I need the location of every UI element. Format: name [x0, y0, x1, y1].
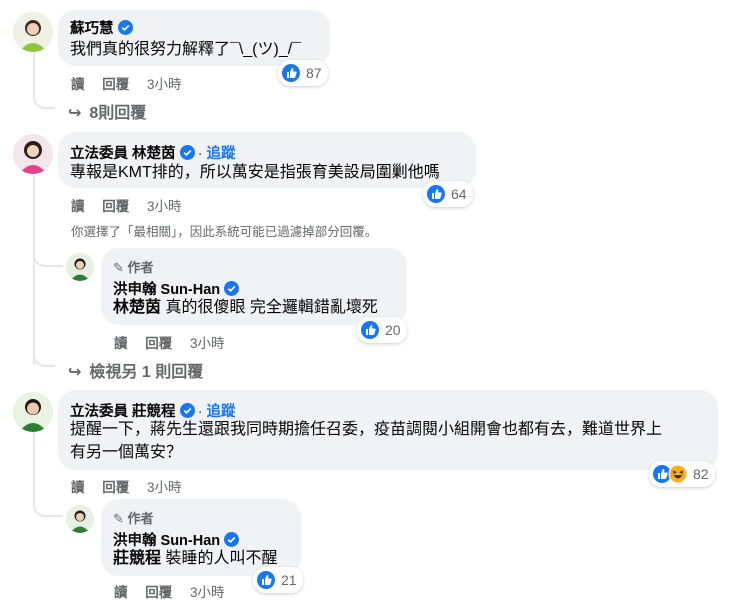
reaction-count[interactable]: 20: [357, 317, 407, 343]
comment-text: 專報是KMT排的，所以萬安是指張育美設局圍剿他嗎: [70, 164, 440, 181]
haha-icon: [668, 464, 688, 484]
avatar[interactable]: [13, 12, 53, 52]
read-button[interactable]: 讀: [71, 199, 85, 214]
author-tag: ✎ 作者: [113, 511, 154, 526]
verified-badge-icon: [224, 281, 240, 296]
reaction-count[interactable]: 87: [278, 60, 328, 86]
thread-line: [33, 175, 35, 365]
verified-badge-icon: [179, 145, 195, 160]
read-button[interactable]: 讀: [71, 77, 85, 92]
mention-link[interactable]: 莊競程: [113, 550, 161, 567]
comment-bubble: 蘇巧慧 我們真的很努力解釋了¯\_(ツ)_/¯: [58, 10, 330, 66]
avatar[interactable]: [66, 505, 94, 533]
follow-button[interactable]: 追蹤: [207, 146, 236, 162]
read-button[interactable]: 讀: [114, 585, 128, 600]
reply-button[interactable]: 回覆: [102, 199, 129, 214]
thread-curve: [33, 350, 55, 367]
comment-actions: 讀 回覆 3小時: [71, 195, 196, 215]
author-tag: ✎ 作者: [113, 260, 154, 275]
timestamp[interactable]: 3小時: [147, 199, 182, 214]
avatar[interactable]: [13, 134, 53, 174]
reaction-count[interactable]: 64: [423, 181, 473, 207]
comment-text: 我們真的很努力解釋了¯\_(ツ)_/¯: [70, 41, 302, 58]
thread-curve: [33, 90, 55, 109]
comment-author[interactable]: 立法委員 林楚茵 · 追蹤: [70, 142, 236, 163]
reply-button[interactable]: 回覆: [145, 336, 172, 351]
timestamp[interactable]: 3小時: [190, 336, 225, 351]
read-button[interactable]: 讀: [71, 480, 85, 495]
timestamp[interactable]: 3小時: [147, 480, 182, 495]
reply-bubble: ✎ 作者 洪申翰 Sun-Han 莊競程 裝睡的人叫不醒: [101, 499, 301, 576]
reply-text: 莊競程 裝睡的人叫不醒: [113, 550, 278, 567]
read-button[interactable]: 讀: [114, 336, 128, 351]
reply-button[interactable]: 回覆: [102, 77, 129, 92]
reply-actions: 讀 回覆 3小時: [114, 332, 239, 352]
comment-actions: 讀 回覆 3小時: [71, 476, 196, 496]
reply-bubble: ✎ 作者 洪申翰 Sun-Han 林楚茵 真的很傻眼 完全邏輯錯亂壞死: [101, 248, 407, 325]
reply-actions: 讀 回覆 3小時: [114, 581, 239, 601]
reaction-count[interactable]: 82: [649, 461, 715, 487]
comment-author[interactable]: 蘇巧慧: [70, 17, 133, 38]
reply-text: 林楚茵 真的很傻眼 完全邏輯錯亂壞死: [113, 299, 378, 316]
avatar[interactable]: [13, 392, 53, 432]
mention-link[interactable]: 林楚茵: [113, 299, 161, 316]
timestamp[interactable]: 3小時: [147, 77, 182, 92]
like-icon: [282, 64, 300, 82]
comment-actions: 讀 回覆 3小時: [71, 73, 196, 93]
reply-button[interactable]: 回覆: [102, 480, 129, 495]
comment-bubble: 立法委員 莊競程 · 追蹤 提醒一下，蔣先生還跟我同時期擔任召委，疫苗調閱小組開會也…: [58, 390, 718, 470]
reaction-count[interactable]: 21: [253, 567, 303, 593]
thread-curve: [33, 245, 63, 267]
reply-arrow-icon: ↪: [68, 105, 82, 122]
like-icon: [361, 321, 379, 339]
thread-curve: [33, 495, 63, 517]
view-more-replies-link[interactable]: ↪ 檢視另 1 則回覆: [68, 358, 203, 382]
comment-bubble: 立法委員 林楚茵 · 追蹤 專報是KMT排的，所以萬安是指張育美設局圍剿他嗎: [58, 132, 476, 188]
view-replies-link[interactable]: ↪ 8則回覆: [68, 99, 146, 123]
pencil-icon: ✎: [113, 511, 124, 526]
comment-text-line: 有另一個萬安？: [70, 444, 183, 461]
reply-arrow-icon: ↪: [68, 364, 82, 381]
avatar[interactable]: [66, 253, 94, 281]
like-icon: [427, 185, 445, 203]
verified-badge-icon: [224, 532, 240, 547]
verified-badge-icon: [179, 403, 195, 418]
filter-note: 你選擇了「最相關」，因此系統可能已過濾掉部分回覆。: [71, 225, 378, 239]
timestamp[interactable]: 3小時: [190, 585, 225, 600]
thread-line: [33, 430, 35, 505]
like-icon: [257, 571, 275, 589]
verified-badge-icon: [117, 20, 133, 35]
reply-button[interactable]: 回覆: [145, 585, 172, 600]
pencil-icon: ✎: [113, 260, 124, 275]
comment-text-line: 提醒一下，蔣先生還跟我同時期擔任召委，疫苗調閱小組開會也都有去，難道世界上: [70, 421, 663, 438]
